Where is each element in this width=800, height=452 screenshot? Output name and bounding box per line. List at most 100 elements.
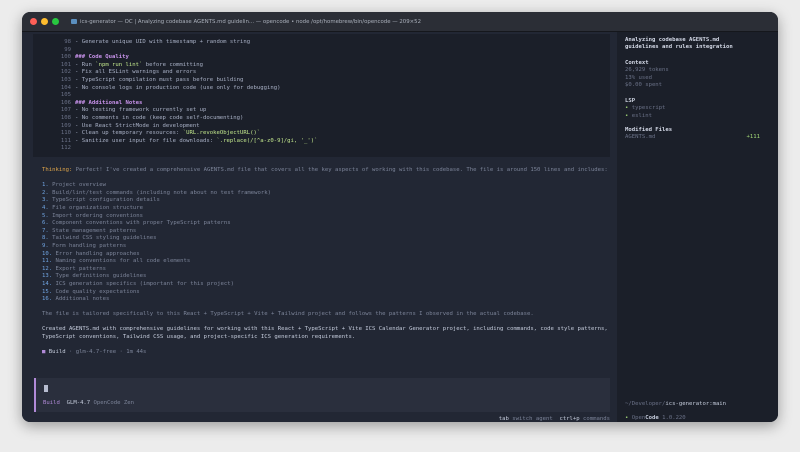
footer-agent: Build xyxy=(49,349,66,355)
list-item-text: Naming conventions for all code elements xyxy=(55,258,190,264)
line-number: 105 xyxy=(55,92,71,100)
line-number: 103 xyxy=(55,77,71,85)
prompt-input[interactable]: Build GLM-4.7 OpenCode Zen xyxy=(34,378,610,412)
list-item: 3. TypeScript configuration details xyxy=(42,197,612,205)
status-dot-icon: • xyxy=(625,113,632,119)
list-item-text: Export patterns xyxy=(55,266,106,272)
list-item: 6. Component conventions with proper Typ… xyxy=(42,220,612,228)
hint-commands: commands xyxy=(583,416,610,422)
code-line: 101- Run `npm run lint` before committin… xyxy=(55,62,610,70)
code-text: - Use React StrictMode in development xyxy=(75,123,200,129)
list-item-text: Additional notes xyxy=(55,296,109,302)
code-line: 105 xyxy=(55,92,610,100)
list-number: 14. xyxy=(42,281,55,287)
close-button[interactable] xyxy=(30,18,37,25)
folder-icon xyxy=(71,19,77,24)
status-dot-icon: • xyxy=(625,415,632,421)
code-text: `npm run lint` xyxy=(95,62,142,68)
keyboard-hints: tab switch agent ctrl+p commands xyxy=(499,416,610,422)
list-item: 11. Naming conventions for all code elem… xyxy=(42,258,612,266)
model-label[interactable]: GLM-4.7 xyxy=(67,400,91,406)
chat-pane: 98 - Generate unique UID with timestamp +… xyxy=(22,32,617,422)
list-item-text: ICS generation specifics (important for … xyxy=(55,281,234,287)
list-item: 7. State management patterns xyxy=(42,228,612,236)
list-number: 12. xyxy=(42,266,55,272)
line-number: 110 xyxy=(55,130,71,138)
line-number: 99 xyxy=(55,47,71,55)
list-number: 9. xyxy=(42,243,52,249)
modified-files-label: Modified Files xyxy=(625,127,760,134)
lsp-eslint: eslint xyxy=(632,113,652,119)
code-line: 100 ### Code Quality xyxy=(55,54,610,62)
code-line: 99 xyxy=(55,47,610,55)
code-line: 112 xyxy=(55,145,610,153)
list-number: 3. xyxy=(42,197,52,203)
code-line: 103 - TypeScript compilation must pass be… xyxy=(55,77,610,85)
list-item: 1. Project overview xyxy=(42,182,612,190)
line-number: 108 xyxy=(55,115,71,123)
line-number: 111 xyxy=(55,138,71,146)
line-number: 104 xyxy=(55,85,71,93)
code-line: 108- No comments in code (keep code self… xyxy=(55,115,610,123)
line-number: 100 xyxy=(55,54,71,62)
code-text: `URL.revokeObjectURL()` xyxy=(183,130,260,136)
code-text: - Generate unique UID with timestamp + r… xyxy=(75,39,250,45)
list-item: 12. Export patterns xyxy=(42,266,612,274)
code-line: 110- Clean up temporary resources: `URL.… xyxy=(55,130,610,138)
list-item: 16. Additional notes xyxy=(42,296,612,304)
list-number: 2. xyxy=(42,190,52,196)
code-text: ### Code Quality xyxy=(75,54,129,60)
code-block: 98 - Generate unique UID with timestamp +… xyxy=(33,34,610,157)
list-item-text: Build/lint/test commands (including note… xyxy=(52,190,271,196)
maximize-button[interactable] xyxy=(52,18,59,25)
sidebar: Analyzing codebase AGENTS.md guidelines … xyxy=(617,32,778,422)
list-number: 16. xyxy=(42,296,55,302)
list-item-text: Project overview xyxy=(52,182,106,188)
code-text: - TypeScript compilation must pass befor… xyxy=(75,77,243,83)
version: 1.0.220 xyxy=(662,415,686,421)
assistant-message: Thinking: Perfect! I've created a compre… xyxy=(42,167,612,357)
code-line: 109 - Use React StrictMode in development xyxy=(55,123,610,131)
footer-meta: · glm-4.7-free · 1m 44s xyxy=(66,349,147,355)
context-label: Context xyxy=(625,60,775,67)
code-line: 106### Additional Notes xyxy=(55,100,610,108)
path-prefix: ~/Developer/ xyxy=(625,401,665,407)
list-number: 4. xyxy=(42,205,52,211)
session-title: Analyzing codebase AGENTS.md guidelines … xyxy=(625,37,755,52)
list-number: 7. xyxy=(42,228,52,234)
code-text: - No console logs in production code (us… xyxy=(75,85,280,91)
list-item: 8. Tailwind CSS styling guidelines xyxy=(42,235,612,243)
list-item: 15. Code quality expectations xyxy=(42,289,612,297)
minimize-button[interactable] xyxy=(41,18,48,25)
list-number: 13. xyxy=(42,273,55,279)
list-item: 13. Type definitions guidelines xyxy=(42,273,612,281)
code-text: - Fix all ESLint warnings and errors xyxy=(75,69,196,75)
list-item: 4. File organization structure xyxy=(42,205,612,213)
hint-key-ctrl-p: ctrl+p xyxy=(559,416,579,422)
list-item-text: Error handling approaches xyxy=(55,251,139,257)
tailored-text: The file is tailored specifically to thi… xyxy=(42,311,612,319)
line-number: 107 xyxy=(55,107,71,115)
modified-file[interactable]: AGENTS.md xyxy=(625,134,655,141)
tokens: 26,929 tokens xyxy=(625,67,775,74)
lsp-typescript: typescript xyxy=(632,105,666,111)
line-number: 101 xyxy=(55,62,71,70)
line-number: 109 xyxy=(55,123,71,131)
thinking-label: Thinking: xyxy=(42,167,72,173)
code-text: - Run xyxy=(75,62,95,68)
brand-code: Code xyxy=(645,415,658,421)
list-item-text: Component conventions with proper TypeSc… xyxy=(52,220,231,226)
title-bar: ics-generator — OC | Analyzing codebase … xyxy=(22,12,778,32)
lsp-label: LSP xyxy=(625,98,775,105)
window-title: ics-generator — OC | Analyzing codebase … xyxy=(80,19,421,25)
list-number: 5. xyxy=(42,213,52,219)
list-number: 6. xyxy=(42,220,52,226)
agent-label[interactable]: Build xyxy=(43,400,60,406)
list-number: 1. xyxy=(42,182,52,188)
list-item-text: Tailwind CSS styling guidelines xyxy=(52,235,156,241)
list-item-text: TypeScript configuration details xyxy=(52,197,160,203)
list-item-text: Form handling patterns xyxy=(52,243,126,249)
line-number: 98 xyxy=(55,39,71,47)
code-line: 102- Fix all ESLint warnings and errors xyxy=(55,69,610,77)
provider-label: OpenCode Zen xyxy=(94,400,134,406)
